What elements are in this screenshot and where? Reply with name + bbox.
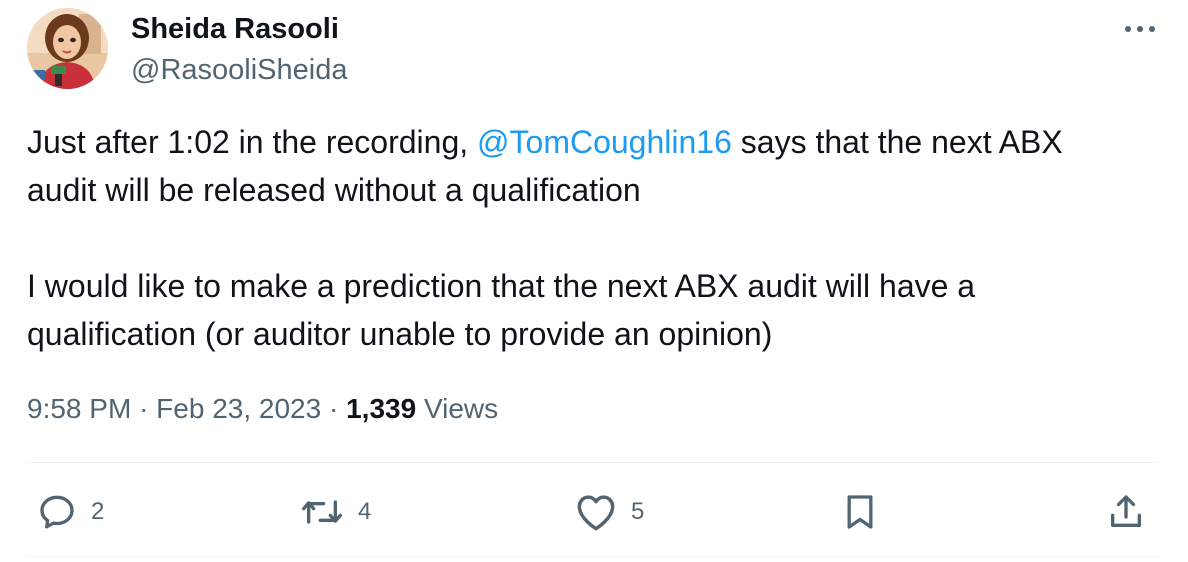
bookmark-icon — [847, 495, 873, 529]
views-count: 1,339 — [346, 393, 417, 424]
author-handle[interactable]: @RasooliSheida — [131, 52, 347, 88]
tweet-line-1-post: says that the next ABX — [740, 124, 1063, 160]
heart-icon — [577, 495, 615, 531]
meta-separator: · — [328, 393, 339, 424]
tweet-line-3: I would like to make a prediction that t… — [27, 268, 976, 304]
reply-count: 2 — [91, 498, 105, 525]
views-label: Views — [423, 393, 499, 424]
tweet-line-1-pre: Just after 1:02 in the recording, — [27, 124, 469, 160]
retweet-button[interactable]: 4 — [300, 490, 371, 534]
tweet-line-4: qualification (or auditor unable to prov… — [27, 316, 773, 352]
retweet-count: 4 — [358, 498, 372, 525]
divider-top — [27, 462, 1159, 463]
like-button[interactable]: 5 — [575, 490, 644, 534]
tweet-card: Sheida Rasooli @RasooliSheida Just after… — [0, 0, 1188, 562]
tweet-time[interactable]: 9:58 PM — [27, 393, 131, 424]
avatar-image — [27, 8, 108, 89]
like-count: 5 — [631, 498, 645, 525]
tweet-line-1: Just after 1:02 in the recording, @TomCo… — [27, 118, 1167, 166]
share-icon — [1111, 495, 1141, 527]
more-button[interactable] — [1120, 14, 1160, 44]
more-icon — [1125, 26, 1155, 32]
meta-separator: · — [139, 393, 149, 424]
author-name[interactable]: Sheida Rasooli — [131, 11, 339, 47]
mention-link[interactable]: @TomCoughlin16 — [477, 124, 732, 160]
retweet-icon — [301, 500, 342, 524]
reply-icon — [40, 495, 74, 529]
avatar[interactable] — [27, 8, 108, 89]
reply-button[interactable]: 2 — [37, 490, 104, 534]
tweet-line-2: audit will be released without a qualifi… — [27, 172, 641, 208]
tweet-text: Just after 1:02 in the recording, @TomCo… — [27, 118, 1167, 358]
divider-bottom — [27, 556, 1159, 557]
bookmark-button[interactable] — [840, 490, 880, 534]
tweet-meta: 9:58 PM · Feb 23, 2023 · 1,339 Views — [27, 391, 498, 427]
share-button[interactable] — [1106, 490, 1146, 534]
tweet-date[interactable]: Feb 23, 2023 — [156, 393, 321, 424]
